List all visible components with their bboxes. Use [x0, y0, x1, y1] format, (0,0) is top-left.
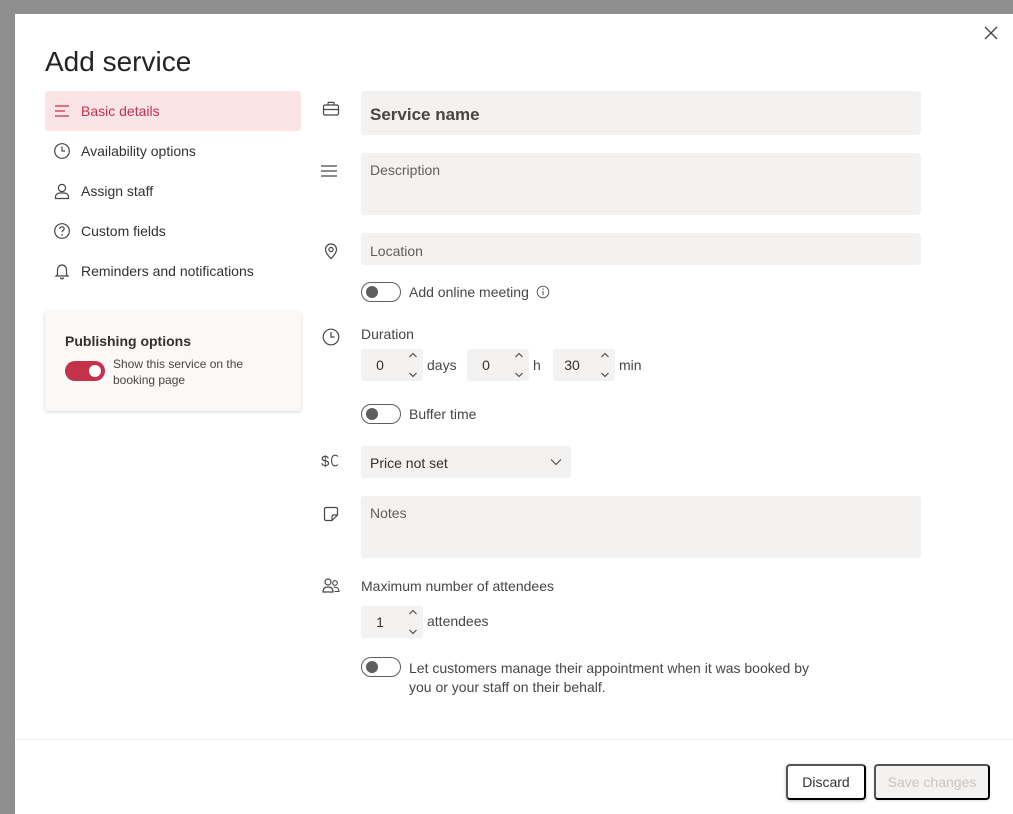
stepper-arrows	[598, 351, 612, 379]
stepper-arrows	[406, 608, 420, 636]
nav-item-label: Assign staff	[81, 183, 154, 199]
max-attendees-stepper[interactable]: 1	[361, 606, 423, 638]
svg-text:$: $	[321, 453, 330, 470]
chevron-up-icon[interactable]	[408, 608, 418, 616]
duration-label: Duration	[361, 326, 414, 342]
chevron-down-icon[interactable]	[600, 371, 610, 379]
customer-manage-line-2: you or your staff on their behalf.	[409, 679, 606, 695]
people-icon	[321, 576, 341, 596]
stepper-arrows	[512, 351, 526, 379]
price-dropdown[interactable]: Price not set	[361, 446, 571, 478]
nav-item-basic-details[interactable]: Basic details	[45, 91, 301, 131]
clock-icon	[53, 142, 71, 160]
currency-icon: $	[320, 451, 342, 471]
buffer-time-toggle[interactable]	[361, 404, 401, 424]
buffer-time-label: Buffer time	[409, 406, 477, 422]
person-icon	[53, 182, 71, 200]
briefcase-icon	[321, 99, 341, 119]
nav-item-assign-staff[interactable]: Assign staff	[45, 171, 301, 211]
location-input[interactable]: Location	[361, 233, 921, 265]
chevron-down-icon[interactable]	[408, 628, 418, 636]
nav-item-label: Reminders and notifications	[81, 263, 254, 279]
chevron-up-icon[interactable]	[600, 351, 610, 359]
duration-hours-stepper[interactable]: 0	[467, 349, 529, 381]
publish-toggle-label: Show this service on the booking page	[113, 357, 244, 387]
publishing-options-title: Publishing options	[65, 333, 191, 349]
nav-item-availability-options[interactable]: Availability options	[45, 131, 301, 171]
duration-minutes-value: 30	[564, 357, 580, 373]
close-button[interactable]	[981, 23, 1001, 43]
discard-button[interactable]: Discard	[786, 764, 866, 800]
bell-icon	[53, 262, 71, 280]
max-attendees-value: 1	[376, 614, 384, 630]
attendees-unit: attendees	[427, 613, 489, 629]
toggle-knob	[89, 365, 101, 377]
max-attendees-label: Maximum number of attendees	[361, 578, 554, 594]
text-lines-icon	[319, 161, 339, 181]
description-placeholder: Description	[370, 162, 441, 178]
section-nav: Basic details Availability options Assig…	[45, 91, 301, 291]
chevron-up-icon[interactable]	[408, 351, 418, 359]
publish-toggle[interactable]	[65, 361, 105, 381]
duration-days-unit: days	[427, 357, 457, 373]
price-selected-value: Price not set	[370, 455, 448, 471]
info-icon[interactable]	[535, 284, 551, 300]
online-meeting-label: Add online meeting	[409, 284, 529, 300]
nav-item-custom-fields[interactable]: Custom fields	[45, 211, 301, 251]
duration-minutes-unit: min	[619, 357, 642, 373]
question-icon	[53, 222, 71, 240]
note-icon	[321, 504, 341, 524]
save-changes-button[interactable]: Save changes	[874, 764, 990, 800]
nav-item-label: Availability options	[81, 143, 196, 159]
nav-item-reminders-notifications[interactable]: Reminders and notifications	[45, 251, 301, 291]
notes-placeholder: Notes	[370, 505, 407, 521]
chevron-down-icon[interactable]	[514, 371, 524, 379]
duration-hours-value: 0	[482, 357, 490, 373]
toggle-knob	[366, 661, 378, 673]
customer-manage-toggle[interactable]	[361, 657, 401, 677]
close-icon	[984, 26, 998, 40]
customer-manage-line-1: Let customers manage their appointment w…	[409, 660, 810, 676]
nav-item-label: Basic details	[81, 103, 160, 119]
notes-input[interactable]: Notes	[361, 496, 921, 558]
duration-days-stepper[interactable]: 0	[361, 349, 423, 381]
online-meeting-toggle[interactable]	[361, 282, 401, 302]
toggle-knob	[366, 286, 378, 298]
location-pin-icon	[321, 241, 341, 261]
chevron-up-icon[interactable]	[514, 351, 524, 359]
chevron-down-icon[interactable]	[408, 371, 418, 379]
chevron-down-icon	[550, 459, 562, 466]
list-icon	[53, 102, 71, 120]
duration-days-value: 0	[376, 357, 384, 373]
customer-manage-label: Let customers manage their appointment w…	[409, 659, 809, 697]
duration-minutes-stepper[interactable]: 30	[553, 349, 615, 381]
service-name-placeholder: Service name	[370, 105, 480, 124]
nav-item-label: Custom fields	[81, 223, 166, 239]
description-input[interactable]: Description	[361, 153, 921, 215]
publishing-options-card: Publishing options Show this service on …	[45, 311, 301, 411]
service-name-input[interactable]: Service name	[361, 91, 921, 135]
location-placeholder: Location	[370, 243, 423, 259]
footer-divider	[15, 739, 1013, 740]
stepper-arrows	[406, 351, 420, 379]
dialog-title: Add service	[45, 46, 192, 77]
toggle-knob	[366, 408, 378, 420]
clock-icon	[321, 327, 341, 347]
duration-hours-unit: h	[533, 357, 541, 373]
